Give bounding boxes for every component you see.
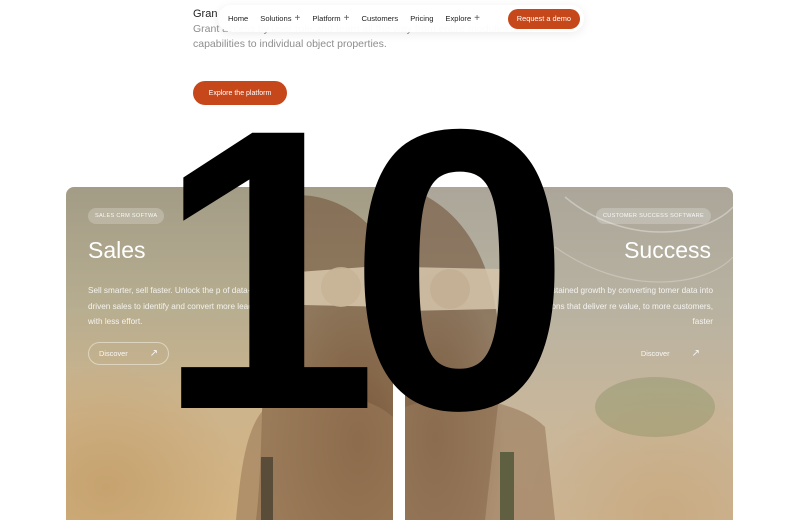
success-card-tag: CUSTOMER SUCCESS SOFTWARE [595,208,711,224]
nav-item-label: Pricing [410,14,434,23]
nav-item-label: Home [228,14,249,23]
top-navigation: Home Solutions + Platform + Customers Pr… [218,5,584,32]
page: Gran Grant access by user role and team … [0,0,800,520]
nav-item-pricing[interactable]: Pricing [410,14,433,23]
plus-icon: + [474,12,481,24]
sales-card-body: Sell smarter, sell faster. Unlock the p … [88,286,257,326]
success-discover-label: Discover [640,349,670,358]
nav-item-label: Explore [445,14,472,23]
nav-item-explore[interactable]: Explore + [445,12,481,24]
plus-icon: + [294,12,301,24]
nav-item-platform[interactable]: Platform + [312,12,350,24]
arrow-up-right-icon: ↗ [691,347,700,359]
request-demo-button[interactable]: Request a demo [507,8,580,29]
arrow-up-right-icon: ↗ [149,347,159,359]
hero-heading: Gran [193,8,218,20]
success-discover-button[interactable]: Discover ↗ [630,342,711,365]
success-card[interactable]: CUSTOMER SUCCESS SOFTWARE Success sustai… [405,187,733,520]
sales-card-title: Sales [88,237,146,263]
success-card-title: Success [624,237,711,263]
explore-platform-button[interactable]: Explore the platform [193,81,287,105]
success-card-body: sustained growth by converting tomer dat… [538,286,713,326]
nav-item-customers[interactable]: Customers [361,14,398,23]
sales-card[interactable]: SALES CRM SOFTWA Sales Sell smarter, sel… [66,187,393,520]
nav-item-label: Platform [312,14,341,23]
nav-item-label: Solutions [260,14,292,23]
nav-item-home[interactable]: Home [228,14,248,23]
nav-item-solutions[interactable]: Solutions + [260,12,301,24]
nav-item-label: Customers [361,14,399,23]
sales-card-tag: SALES CRM SOFTWA [88,208,165,224]
sales-discover-button[interactable]: Discover ↗ [88,342,170,365]
plus-icon: + [343,12,350,24]
sales-discover-label: Discover [99,349,128,358]
